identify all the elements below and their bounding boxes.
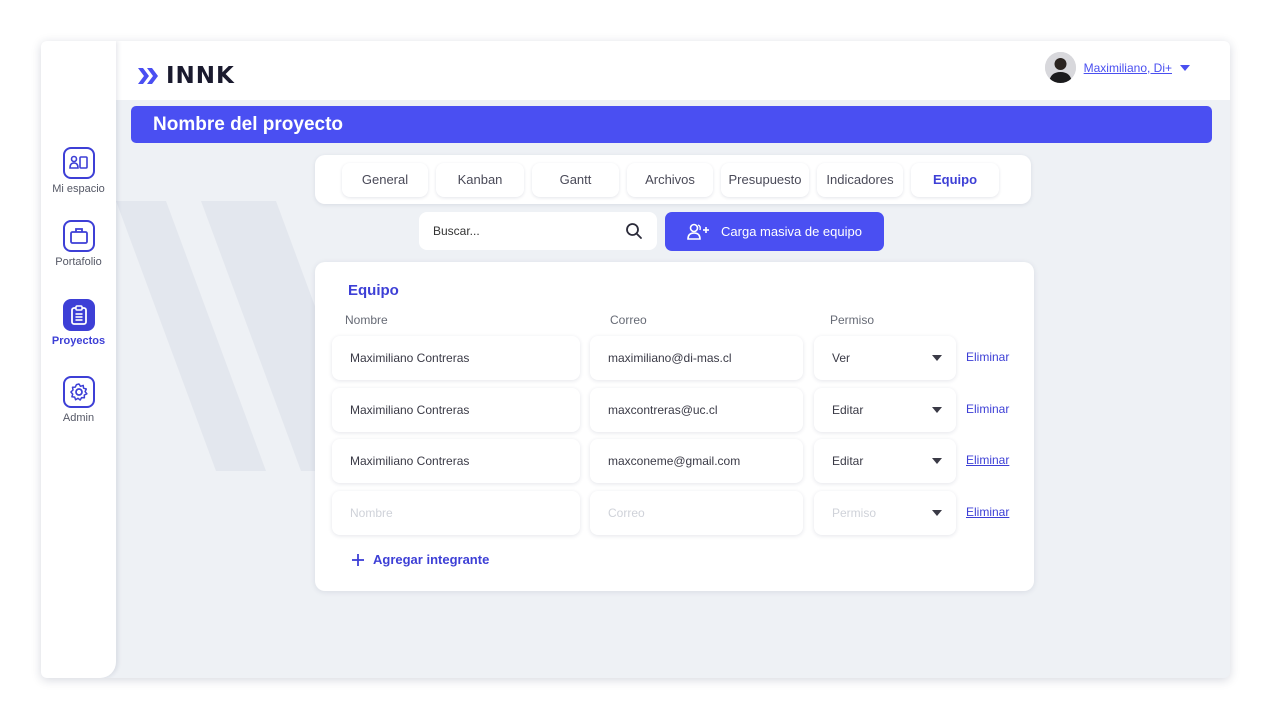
sidebar-item-admin[interactable]: Admin bbox=[41, 376, 116, 424]
search-icon[interactable] bbox=[625, 222, 643, 240]
chevron-down-icon bbox=[932, 510, 942, 516]
sidebar-item-proyectos[interactable]: Proyectos bbox=[41, 299, 116, 347]
chevron-down-icon bbox=[932, 355, 942, 361]
project-header: Nombre del proyecto bbox=[131, 106, 1212, 143]
chevron-down-icon bbox=[932, 458, 942, 464]
member-name-field[interactable]: Maximiliano Contreras bbox=[332, 388, 580, 432]
logo-icon bbox=[138, 68, 158, 84]
avatar bbox=[1044, 52, 1076, 83]
new-member-email-field[interactable]: Correo bbox=[590, 491, 803, 535]
sidebar-item-mi-espacio[interactable]: Mi espacio bbox=[41, 147, 116, 195]
tab-bar: General Kanban Gantt Archivos Presupuest… bbox=[315, 155, 1031, 204]
permission-value: Editar bbox=[832, 403, 864, 417]
permission-select[interactable]: Editar bbox=[814, 388, 956, 432]
chevron-down-icon[interactable] bbox=[1180, 64, 1190, 71]
logo-text: INNK bbox=[166, 63, 235, 89]
tab-kanban[interactable]: Kanban bbox=[436, 162, 524, 197]
briefcase-icon bbox=[62, 220, 95, 252]
table-row: Maximiliano Contreras maximiliano@di-mas… bbox=[332, 336, 1012, 380]
workspace-icon bbox=[62, 147, 95, 179]
sidebar-item-label: Portafolio bbox=[55, 256, 102, 268]
tab-archivos[interactable]: Archivos bbox=[627, 162, 713, 197]
member-email-field[interactable]: maxconeme@gmail.com bbox=[590, 439, 803, 483]
sidebar: Mi espacio Portafolio Proyectos Admin bbox=[41, 41, 116, 678]
user-menu[interactable]: Maximiliano, Di+ bbox=[1044, 52, 1190, 83]
app-window: Mi espacio Portafolio Proyectos Admin IN… bbox=[41, 41, 1230, 678]
new-permission-select[interactable]: Permiso bbox=[814, 491, 956, 535]
page-title: Nombre del proyecto bbox=[153, 113, 344, 135]
bulk-upload-label: Carga masiva de equipo bbox=[721, 224, 862, 239]
member-name-field[interactable]: Maximiliano Contreras bbox=[332, 336, 580, 380]
member-name-field[interactable]: Maximiliano Contreras bbox=[332, 439, 580, 483]
clipboard-icon bbox=[62, 299, 95, 331]
sidebar-item-label: Mi espacio bbox=[52, 183, 105, 195]
tab-presupuesto[interactable]: Presupuesto bbox=[721, 162, 809, 197]
new-member-name-field[interactable]: Nombre bbox=[332, 491, 580, 535]
member-email-field[interactable]: maximiliano@di-mas.cl bbox=[590, 336, 803, 380]
remove-member-link[interactable]: Eliminar bbox=[966, 402, 1009, 416]
team-card: Equipo Nombre Correo Permiso Maximiliano… bbox=[315, 262, 1034, 591]
table-row: Maximiliano Contreras maxconeme@gmail.co… bbox=[332, 439, 1012, 483]
search-box bbox=[419, 212, 657, 250]
remove-member-link[interactable]: Eliminar bbox=[966, 350, 1009, 364]
sidebar-item-portafolio[interactable]: Portafolio bbox=[41, 220, 116, 268]
logo: INNK bbox=[138, 63, 235, 89]
permission-placeholder: Permiso bbox=[832, 506, 877, 520]
add-users-icon bbox=[687, 223, 710, 240]
column-header-permission: Permiso bbox=[830, 313, 875, 327]
permission-value: Editar bbox=[832, 454, 864, 468]
table-row-new: Nombre Correo Permiso Eliminar bbox=[332, 491, 1012, 535]
permission-select[interactable]: Ver bbox=[814, 336, 956, 380]
tab-gantt[interactable]: Gantt bbox=[532, 162, 619, 197]
tab-equipo[interactable]: Equipo bbox=[911, 162, 999, 197]
permission-value: Ver bbox=[832, 351, 851, 365]
search-input[interactable] bbox=[433, 224, 603, 238]
permission-select[interactable]: Editar bbox=[814, 439, 956, 483]
add-member-label: Agregar integrante bbox=[373, 552, 490, 567]
user-name[interactable]: Maximiliano, Di+ bbox=[1084, 61, 1172, 75]
tab-general[interactable]: General bbox=[342, 162, 428, 197]
section-title: Equipo bbox=[348, 282, 399, 299]
tab-indicadores[interactable]: Indicadores bbox=[817, 162, 903, 197]
bulk-upload-team-button[interactable]: Carga masiva de equipo bbox=[665, 212, 884, 251]
plus-icon bbox=[352, 553, 364, 566]
remove-member-link[interactable]: Eliminar bbox=[966, 505, 1009, 519]
chevron-down-icon bbox=[932, 407, 942, 413]
sidebar-item-label: Proyectos bbox=[51, 335, 106, 347]
sidebar-item-label: Admin bbox=[62, 412, 95, 424]
column-header-email: Correo bbox=[610, 313, 647, 327]
column-header-name: Nombre bbox=[345, 313, 388, 327]
add-member-button[interactable]: Agregar integrante bbox=[351, 552, 489, 567]
table-row: Maximiliano Contreras maxcontreras@uc.cl… bbox=[332, 388, 1012, 432]
remove-member-link[interactable]: Eliminar bbox=[966, 453, 1009, 467]
member-email-field[interactable]: maxcontreras@uc.cl bbox=[590, 388, 803, 432]
gear-icon bbox=[62, 376, 95, 408]
